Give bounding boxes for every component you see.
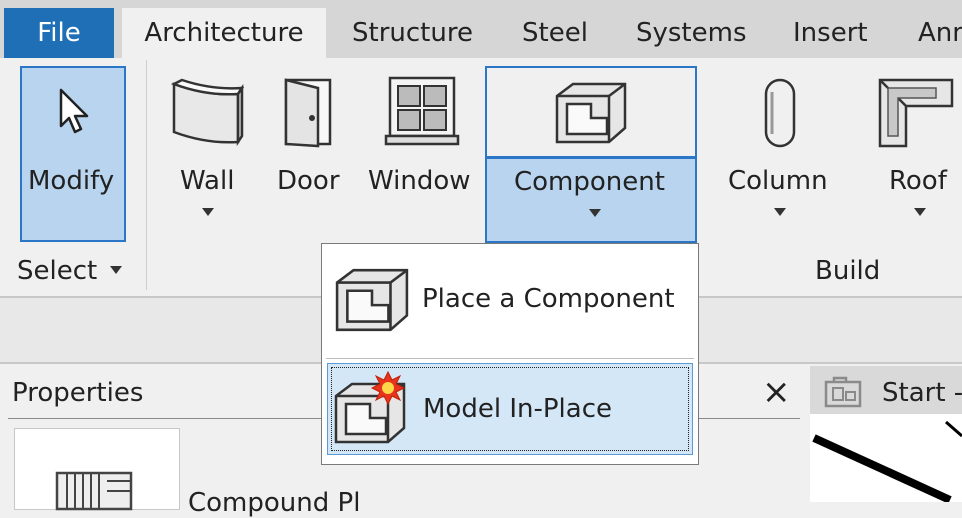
place-component-icon xyxy=(335,268,409,332)
type-selector-name[interactable]: Compound Pl xyxy=(188,488,360,518)
ribbon-separator xyxy=(146,60,147,290)
door-label: Door xyxy=(277,166,340,196)
component-dropdown-button[interactable]: Component xyxy=(485,157,697,243)
tab-annotate[interactable]: Ann xyxy=(918,8,962,58)
build-panel-label: Build xyxy=(815,256,881,286)
floor-type-icon xyxy=(55,471,133,511)
view-tab-title: Start - xyxy=(882,378,962,408)
model-in-place-icon xyxy=(334,370,406,444)
door-button[interactable]: Door xyxy=(272,58,352,238)
model-in-place-label: Model In-Place xyxy=(423,394,612,424)
component-button[interactable] xyxy=(485,66,697,158)
view-tab-start[interactable]: Start - xyxy=(810,366,962,414)
tab-steel[interactable]: Steel xyxy=(522,8,588,58)
view-icon xyxy=(824,376,862,408)
tab-file[interactable]: File xyxy=(4,8,114,58)
column-dropdown-icon xyxy=(774,208,786,216)
column-button[interactable]: Column xyxy=(722,58,840,238)
component-icon xyxy=(555,82,627,144)
window-button[interactable]: Window xyxy=(364,58,480,238)
roof-button[interactable]: Roof xyxy=(876,58,962,238)
place-component-label: Place a Component xyxy=(422,284,675,314)
menu-divider xyxy=(326,358,694,359)
ribbon-tab-bar: File Architecture Structure Steel System… xyxy=(0,0,962,58)
drawing-area[interactable] xyxy=(810,414,962,502)
cursor-arrow-icon xyxy=(59,88,89,134)
component-dropdown-icon xyxy=(589,209,601,217)
wall-label: Wall xyxy=(180,166,235,196)
type-preview-image[interactable] xyxy=(14,428,180,511)
drawing-lines xyxy=(812,420,962,502)
component-dropdown-menu: Place a Component Model In-Place xyxy=(321,243,699,465)
component-label: Component xyxy=(514,167,665,197)
tab-architecture[interactable]: Architecture xyxy=(122,8,326,58)
column-label: Column xyxy=(728,166,828,196)
close-icon[interactable]: × xyxy=(762,372,791,412)
tab-systems[interactable]: Systems xyxy=(636,8,747,58)
roof-dropdown-icon xyxy=(914,208,926,216)
modify-button[interactable]: Modify xyxy=(20,66,126,242)
properties-title: Properties xyxy=(12,378,144,408)
window-label: Window xyxy=(368,166,471,196)
tab-structure[interactable]: Structure xyxy=(352,8,473,58)
modify-label: Modify xyxy=(28,166,115,196)
tab-insert[interactable]: Insert xyxy=(793,8,868,58)
roof-label: Roof xyxy=(889,166,947,196)
wall-button[interactable]: Wall xyxy=(168,58,248,238)
select-panel-label[interactable]: Select xyxy=(17,256,97,286)
wall-dropdown-icon xyxy=(202,208,214,216)
menu-item-place-component[interactable]: Place a Component xyxy=(322,244,698,356)
select-dropdown-icon[interactable] xyxy=(110,266,122,274)
menu-item-model-in-place[interactable]: Model In-Place xyxy=(327,363,693,455)
